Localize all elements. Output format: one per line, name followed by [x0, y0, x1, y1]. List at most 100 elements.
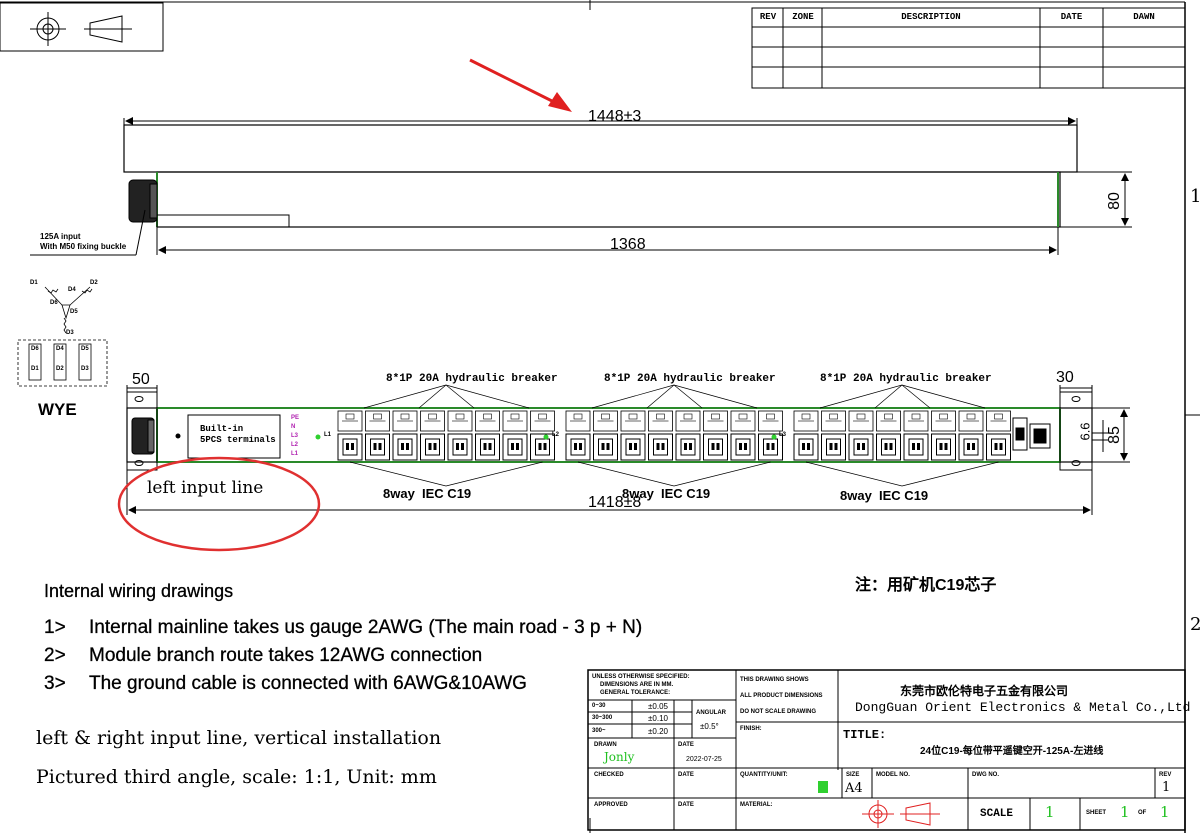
- angular-label: ANGULAR: [696, 710, 726, 716]
- phase-l2: L2: [291, 442, 299, 448]
- tolerance-head-1: UNLESS OTHERWISE SPECIFIED:: [592, 674, 690, 680]
- projection-symbol-icon: [0, 2, 164, 52]
- c19-outlet-3-6: [931, 433, 956, 461]
- c19-outlet-1-3: [392, 433, 418, 461]
- dawn-header: DAWN: [1133, 12, 1155, 22]
- dim-height-80: 80: [1105, 192, 1123, 210]
- breaker-label-2: 8*1P 20A hydraulic breaker: [604, 373, 776, 385]
- phase-l1: L1: [291, 451, 299, 457]
- phase-labels: PE N L3 L2 L1: [291, 414, 299, 459]
- drawing-shows-3: DO NOT SCALE DRAWING: [740, 709, 816, 715]
- terminal-label-line1: Built-in: [200, 424, 244, 434]
- tolerance-head-3: GENERAL TOLERANCE:: [600, 690, 671, 696]
- wye-label: WYE: [38, 400, 77, 419]
- outlet-label-3: 8way IEC C19: [840, 488, 929, 503]
- c19-outlet-3-5: [903, 433, 929, 461]
- c19-outlet-1-8: [530, 433, 555, 461]
- c19-outlet-2-4: [648, 433, 673, 461]
- install-note: left & right input line, vertical instal…: [36, 727, 442, 749]
- angular-value: ±0.5°: [700, 722, 719, 731]
- wye-node-d3: D3: [66, 330, 74, 336]
- notes-heading: Internal wiring drawings: [44, 581, 234, 601]
- wye-node-d4: D4: [68, 287, 76, 293]
- c19-outlet-2-2: [593, 433, 618, 461]
- c19-outlet-3-2: [821, 433, 846, 461]
- outlet-label-2: 8way IEC C19: [622, 486, 711, 501]
- approved-label: APPROVED: [594, 802, 628, 808]
- wye-node-d1: D1: [30, 280, 38, 286]
- c19-outlet-3-8: [986, 433, 1011, 461]
- wye-node-d6: D6: [50, 300, 58, 306]
- phase-l3: L3: [291, 433, 299, 439]
- annotation-left-input-line: left input line: [147, 478, 264, 498]
- tol-value-3: ±0.20: [648, 727, 668, 736]
- rev-value: 1: [1162, 780, 1171, 795]
- wye-node-d5: D5: [70, 309, 78, 315]
- terminal-label-line2: 5PCS terminals: [200, 435, 276, 445]
- finish-label: FINISH:: [740, 726, 762, 732]
- drawn-by: Jonly: [604, 750, 635, 764]
- dim-height-85: 85: [1105, 426, 1123, 444]
- company-en: DongGuan Orient Electronics & Metal Co.,…: [855, 700, 1191, 715]
- tol-value-1: ±0.05: [648, 702, 668, 711]
- c19-outlet-2-3: [620, 433, 646, 461]
- tol-value-2: ±0.10: [648, 714, 668, 723]
- group-led-3: [771, 434, 777, 440]
- group-led-1: [315, 434, 321, 440]
- c19-outlet-1-7: [502, 433, 528, 461]
- of-label: OF: [1138, 810, 1147, 816]
- note-1-text: Internal mainline takes us gauge 2AWG (T…: [89, 617, 643, 638]
- dim-body-length: 1368: [610, 236, 646, 253]
- scale-label: SCALE: [980, 808, 1014, 820]
- breaker-label-1: 8*1P 20A hydraulic breaker: [386, 373, 558, 385]
- wye-term-d1: D1: [31, 366, 39, 372]
- input-note-line2: With M50 fixing buckle: [40, 242, 127, 251]
- c19-outlet-1-6: [475, 433, 500, 461]
- dim-left-50: 50: [132, 371, 150, 388]
- date-header: DATE: [1060, 12, 1083, 22]
- sheets-value: 1: [1160, 803, 1170, 821]
- note-3-num: 3>: [44, 673, 66, 694]
- dim-right-30: 30: [1056, 369, 1074, 386]
- c19-outlet-3-1: [793, 433, 819, 461]
- c19-outlet-1-4: [420, 433, 445, 461]
- c19-outlet-2-5: [675, 433, 701, 461]
- wye-term-d5: D5: [81, 346, 89, 352]
- drawing-shows-2: ALL PRODUCT DIMENSIONS: [740, 693, 823, 699]
- annotation-ellipse: [117, 456, 321, 552]
- c19-outlet-3-3: [848, 433, 874, 461]
- dwg-label: DWG NO.: [972, 772, 999, 778]
- top-view-body: [30, 117, 1132, 256]
- group-marker-l1: L1: [324, 432, 332, 438]
- drawn-label: DRAWN: [594, 742, 617, 748]
- note-1-num: 1>: [44, 617, 66, 638]
- note-2-num: 2>: [44, 645, 66, 666]
- drawing-shows-1: THIS DRAWING SHOWS: [740, 677, 809, 683]
- red-arrow-icon: [469, 58, 572, 112]
- description-header: DESCRIPTION: [901, 12, 961, 22]
- c19-outlet-2-1: [565, 433, 591, 461]
- drawn-date: 2022-07-25: [686, 756, 722, 763]
- c19-outlet-3-7: [958, 433, 984, 461]
- wye-term-d6: D6: [31, 346, 39, 352]
- dim-width-6-6: 6.6: [1077, 422, 1093, 441]
- dim-overall-length: 1448±3: [588, 108, 642, 125]
- tolerance-head-2: DIMENSIONS ARE IN MM.: [600, 682, 674, 688]
- chinese-note: 注：用矿机C19芯子: [855, 577, 997, 594]
- group-led-2: [543, 434, 549, 440]
- tol-range-1: 0~30: [592, 703, 606, 709]
- border-number-2: 2: [1190, 614, 1200, 635]
- wye-term-d3: D3: [81, 366, 89, 372]
- checked-date-label: DATE: [678, 772, 694, 778]
- company-cn: 东莞市欧伦特电子五金有限公司: [900, 684, 1069, 698]
- c19-outlet-2-6: [703, 433, 728, 461]
- material-label: MATERIAL:: [740, 802, 773, 808]
- group-marker-l3: L3: [779, 432, 787, 438]
- wye-term-d2: D2: [56, 366, 64, 372]
- size-label: SIZE: [846, 772, 860, 778]
- wye-term-d4: D4: [56, 346, 64, 352]
- c19-outlet-1-1: [337, 433, 363, 461]
- scale-value: 1: [1045, 803, 1055, 821]
- input-note-line1: 125A input: [40, 232, 81, 241]
- c19-outlet-1-5: [447, 433, 473, 461]
